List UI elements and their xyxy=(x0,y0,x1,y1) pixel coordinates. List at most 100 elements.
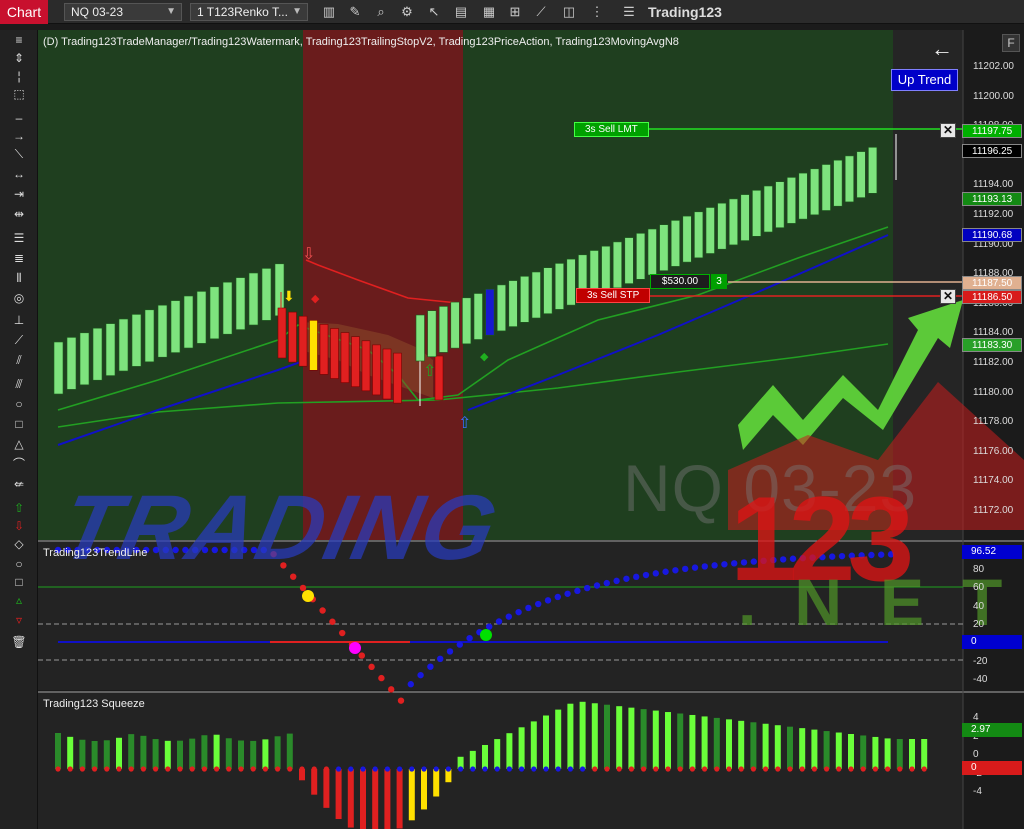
instrument-selector[interactable]: NQ 03-23 ▼ xyxy=(64,3,182,21)
dataseries-icon[interactable]: ▤ xyxy=(452,3,470,21)
squeeze-axis-label: -4 xyxy=(973,786,982,798)
diamond-icon[interactable]: ◇ xyxy=(9,536,29,553)
renko-brick-down xyxy=(319,324,329,375)
fib-retracement-icon[interactable]: ☰ xyxy=(9,230,29,247)
regression-channel-icon[interactable]: ⫽ xyxy=(9,352,29,369)
square-icon[interactable]: □ xyxy=(9,574,29,591)
data-series-selector[interactable]: 1 T123Renko T... ▼ xyxy=(190,3,308,21)
squeeze-dot xyxy=(665,766,671,772)
price-tag: 11190.68 xyxy=(962,228,1022,242)
triangle-icon[interactable]: △ xyxy=(9,436,29,453)
text-icon[interactable]: ⇍ xyxy=(9,476,29,493)
trendline-dot xyxy=(388,686,395,693)
trendline-dot xyxy=(525,604,532,612)
remove-drawings-icon[interactable]: 🗑 xyxy=(9,634,29,651)
horizontal-line-icon[interactable]: ⇥ xyxy=(9,186,29,203)
ray-icon[interactable]: → xyxy=(9,128,29,145)
back-arrow-icon[interactable]: ← xyxy=(931,36,953,62)
trendline-dot xyxy=(358,652,365,659)
dot-icon[interactable]: ○ xyxy=(9,556,29,573)
zoom-icon[interactable]: ⌕ xyxy=(372,3,390,21)
position-pnl[interactable]: $530.00 xyxy=(650,274,710,289)
arrow-line-icon[interactable]: ↔ xyxy=(9,166,29,183)
renko-brick-up xyxy=(810,168,820,216)
sell-signal-arrow-icon: ⇩ xyxy=(302,244,315,263)
indicator-icon[interactable]: ⊞ xyxy=(506,3,524,21)
squeeze-dot xyxy=(189,766,195,772)
close-order-icon[interactable]: ✕ xyxy=(940,123,956,138)
trendline-dot xyxy=(339,629,346,637)
squeeze-dot xyxy=(506,766,512,772)
trendline-dot xyxy=(564,590,571,597)
renko-brick-down xyxy=(298,315,308,367)
squeeze-histogram-bar xyxy=(67,736,74,769)
triangle-up-icon[interactable]: ▵ xyxy=(9,592,29,609)
extended-line-icon[interactable]: ⟍ xyxy=(9,146,29,163)
price-axis-label: 11176.00 xyxy=(973,445,1014,457)
squeeze-dot xyxy=(738,766,744,772)
renko-brick-up xyxy=(752,190,762,237)
squeeze-dot xyxy=(567,766,574,772)
vertical-line-icon[interactable]: ⇹ xyxy=(9,206,29,223)
triangle-down-icon[interactable]: ▿ xyxy=(9,612,29,629)
arrow-up-icon[interactable]: ⇧ xyxy=(9,500,29,517)
trendline-axis-label: -40 xyxy=(973,674,988,686)
menu-icon[interactable]: ☰ xyxy=(620,3,638,21)
chart-trader-icon[interactable]: ⟋ xyxy=(532,3,550,21)
squeeze-histogram-bar xyxy=(555,709,562,769)
squeeze-dot xyxy=(360,766,366,772)
data-series-label: 1 T123Renko T... xyxy=(197,5,288,19)
fib-time-icon[interactable]: ⫴ xyxy=(9,270,29,287)
andrews-pitchfork-icon[interactable]: ⊥ xyxy=(9,312,29,329)
strategy-icon[interactable]: ▦ xyxy=(480,3,498,21)
line-icon[interactable]: – xyxy=(9,110,29,127)
renko-brick-up xyxy=(856,151,866,198)
squeeze-histogram-bar xyxy=(128,734,135,769)
arrow-down-icon[interactable]: ⇩ xyxy=(9,518,29,535)
trendline-axis-label: -20 xyxy=(973,656,988,667)
renko-brick-up xyxy=(612,241,623,289)
chart-tab[interactable]: Chart xyxy=(0,0,48,24)
trendline-value-tag: 96.52 xyxy=(962,545,1022,559)
squeeze-histogram-bar xyxy=(189,738,196,769)
squeeze-dot xyxy=(336,766,342,772)
squeeze-dot xyxy=(811,766,818,772)
pencil-icon[interactable]: ✎ xyxy=(346,3,364,21)
squeeze-histogram-bar xyxy=(396,769,403,829)
sell-limit-order-tag[interactable]: 3s Sell LMT xyxy=(574,122,649,137)
fib-circle-icon[interactable]: ◎ xyxy=(9,290,29,307)
chart-canvas[interactable]: ⇩ ⬇ ◆ ⇧ ⇧ ◆ xyxy=(38,30,1024,829)
more-icon[interactable]: ⋮ xyxy=(588,3,606,21)
squeeze-histogram-bar xyxy=(738,720,745,769)
trendline-dot xyxy=(544,597,552,604)
gann-fan-icon[interactable]: ⟋ xyxy=(9,332,29,349)
squeeze-histogram-bar xyxy=(482,744,488,769)
trend-channel-icon[interactable]: ⫻ xyxy=(9,376,29,393)
pointer-icon[interactable]: ↖ xyxy=(425,3,443,21)
f-button[interactable]: F xyxy=(1002,34,1020,52)
ellipse-icon[interactable]: ○ xyxy=(9,396,29,413)
chart-area[interactable]: ⇩ ⬇ ◆ ⇧ ⇧ ◆ TRADING NQ 03-23 123 .NET (D) Tra… xyxy=(38,30,1024,829)
move-icon[interactable]: ⇕ xyxy=(9,50,29,67)
close-order-icon[interactable]: ✕ xyxy=(940,289,956,304)
drawing-tools-icon[interactable]: ≡ xyxy=(9,32,29,49)
template-icon[interactable]: ◫ xyxy=(560,3,578,21)
ruler-icon[interactable]: ¦ xyxy=(9,68,29,85)
renko-brick-up xyxy=(508,280,518,327)
trendline-dot xyxy=(691,564,699,571)
trendline-dot xyxy=(407,681,414,688)
squeeze-dot xyxy=(445,766,451,772)
region-icon[interactable]: ⬚ xyxy=(9,86,29,103)
bars-icon[interactable]: ▥ xyxy=(320,3,338,21)
trendline-axis-label: 40 xyxy=(973,600,985,612)
rectangle-icon[interactable]: □ xyxy=(9,416,29,433)
squeeze-dot xyxy=(592,766,598,772)
sell-stop-order-tag[interactable]: 3s Sell STP xyxy=(576,288,651,303)
squeeze-histogram-bar xyxy=(55,733,61,769)
properties-icon[interactable]: ⚙ xyxy=(398,3,416,21)
squeeze-histogram-bar xyxy=(164,740,171,769)
fib-extension-icon[interactable]: ≣ xyxy=(9,250,29,267)
renko-brick-up xyxy=(209,286,220,340)
arc-icon[interactable]: ⌒ xyxy=(9,456,29,473)
squeeze-histogram-bar xyxy=(530,721,537,769)
